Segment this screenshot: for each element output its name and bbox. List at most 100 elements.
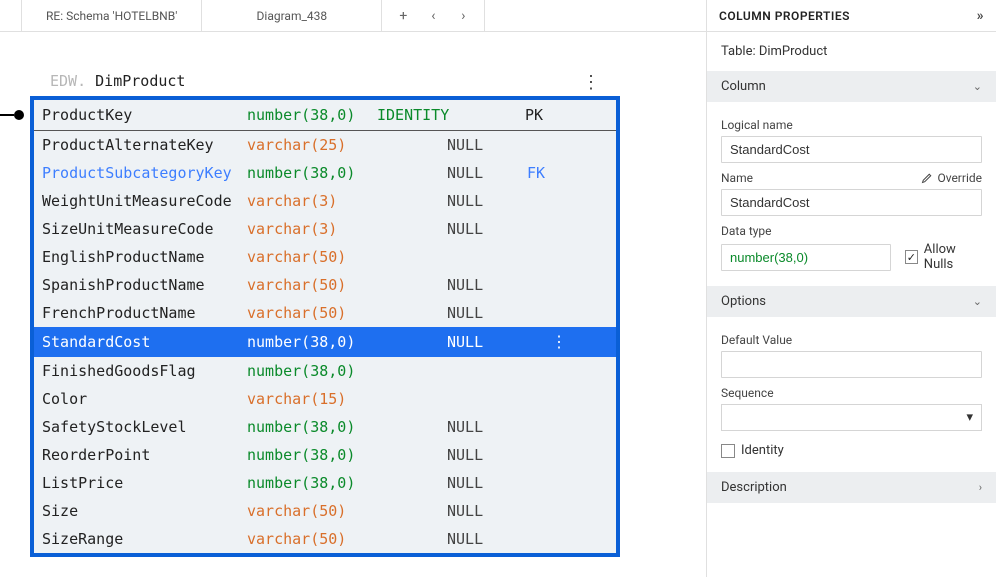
entity-menu-icon[interactable]: ⋮ [582,72,600,93]
panel-subtitle: Table: DimProduct [707,32,996,71]
section-column-header[interactable]: Column ⌄ [707,71,996,102]
column-name: FinishedGoodsFlag [42,359,247,383]
pk-name: ProductKey [42,106,247,124]
column-row[interactable]: SafetyStockLevelnumber(38,0) NULL [34,413,616,441]
column-type: varchar(25) [247,133,377,157]
default-value-input[interactable] [721,351,982,378]
column-null: NULL [447,415,527,439]
column-type: varchar(3) [247,189,377,213]
section-description-header[interactable]: Description › [707,472,996,503]
column-row[interactable]: EnglishProductNamevarchar(50) [34,243,616,271]
section-column-body: Logical name Name Override Data type ✓ A… [707,102,996,286]
allow-nulls-checkbox[interactable]: ✓ Allow Nulls [905,242,982,272]
schema-name: EDW. [50,72,86,90]
column-type: varchar(50) [247,245,377,269]
entity-box[interactable]: ProductKey number(38,0) IDENTITY PK Prod… [30,96,620,557]
column-null: NULL [447,133,527,157]
column-null: NULL [447,301,527,325]
identity-checkbox[interactable]: Identity [721,443,982,458]
column-name: StandardCost [42,330,247,354]
column-null: NULL [447,330,527,354]
override-button[interactable]: Override [921,171,982,185]
logical-name-input[interactable] [721,136,982,163]
column-name: ReorderPoint [42,443,247,467]
column-row[interactable]: ListPricenumber(38,0) NULL [34,469,616,497]
column-name: SizeRange [42,527,247,551]
column-type: varchar(50) [247,301,377,325]
pk-badge: PK [467,106,547,124]
column-null: NULL [447,217,527,241]
column-type: varchar(3) [247,217,377,241]
chevron-down-icon: ⌄ [973,80,982,93]
column-null: NULL [447,499,527,523]
column-row[interactable]: ProductSubcategoryKeynumber(38,0)NULLFK [34,159,616,187]
dropdown-caret-icon: ▾ [966,410,973,425]
column-null: NULL [447,471,527,495]
column-type: number(38,0) [247,330,377,354]
column-null: NULL [447,161,527,185]
column-row[interactable]: StandardCostnumber(38,0) NULL⋮ [34,327,616,357]
chevron-down-icon: ⌄ [973,295,982,308]
column-type: number(38,0) [247,359,377,383]
table-name: DimProduct [95,72,185,90]
label-sequence: Sequence [721,386,982,400]
column-type: number(38,0) [247,415,377,439]
properties-panel: COLUMN PROPERTIES » Table: DimProduct Co… [706,0,996,577]
pk-identity: IDENTITY [377,106,467,124]
column-null: NULL [447,273,527,297]
sequence-select[interactable]: ▾ [721,404,982,431]
diagram-canvas[interactable]: ⋮ EDW. DimProduct ProductKey number(38,0… [0,32,706,577]
column-row[interactable]: SpanishProductNamevarchar(50)NULL [34,271,616,299]
fk-badge: FK [527,161,567,185]
prev-tab-icon[interactable]: ‹ [422,5,444,27]
pk-row[interactable]: ProductKey number(38,0) IDENTITY PK [34,100,616,131]
column-row[interactable]: SizeRangevarchar(50)NULL [34,525,616,553]
chevron-right-icon: › [979,481,982,494]
label-name: Name Override [721,171,982,185]
pk-type: number(38,0) [247,106,377,124]
name-input[interactable] [721,189,982,216]
column-row[interactable]: SizeUnitMeasureCodevarchar(3) NULL [34,215,616,243]
pencil-icon [921,172,933,184]
column-null: NULL [447,189,527,213]
label-logical-name: Logical name [721,118,982,132]
relation-connector-icon[interactable] [14,110,24,120]
column-row[interactable]: Colorvarchar(15) [34,385,616,413]
section-options-header[interactable]: Options ⌄ [707,286,996,317]
data-type-input[interactable] [721,244,891,271]
column-type: number(38,0) [247,471,377,495]
column-type: varchar(50) [247,499,377,523]
add-tab-icon[interactable]: + [392,5,414,27]
column-row[interactable]: ReorderPointnumber(38,0) NULL [34,441,616,469]
column-name: WeightUnitMeasureCode [42,189,247,213]
column-name: SizeUnitMeasureCode [42,217,247,241]
column-type: number(38,0) [247,443,377,467]
panel-title: COLUMN PROPERTIES [719,9,850,23]
column-row[interactable]: FinishedGoodsFlagnumber(38,0) [34,357,616,385]
column-name: ListPrice [42,471,247,495]
column-name: ProductAlternateKey [42,133,247,157]
row-menu-icon[interactable]: ⋮ [527,329,567,355]
next-tab-icon[interactable]: › [452,5,474,27]
label-default-value: Default Value [721,333,982,347]
column-row[interactable]: FrenchProductNamevarchar(50) NULL [34,299,616,327]
tab-actions: + ‹ › [382,0,485,31]
column-name: Color [42,387,247,411]
panel-header: COLUMN PROPERTIES » [707,0,996,32]
column-null: NULL [447,443,527,467]
label-data-type: Data type [721,224,982,238]
tab-schema[interactable]: RE: Schema 'HOTELBNB' [22,0,202,31]
column-row[interactable]: Sizevarchar(50) NULL [34,497,616,525]
column-row[interactable]: ProductAlternateKeyvarchar(25) NULL [34,131,616,159]
column-type: number(38,0) [247,161,377,185]
tab-bar: RE: Schema 'HOTELBNB' Diagram_438 + ‹ › [0,0,706,32]
column-name: SafetyStockLevel [42,415,247,439]
checkbox-icon [721,444,735,458]
column-null: NULL [447,527,527,551]
column-name: Size [42,499,247,523]
collapse-panel-icon[interactable]: » [977,8,984,24]
tab-diagram[interactable]: Diagram_438 [202,0,382,31]
column-row[interactable]: WeightUnitMeasureCodevarchar(3) NULL [34,187,616,215]
column-name: FrenchProductName [42,301,247,325]
column-name: SpanishProductName [42,273,247,297]
